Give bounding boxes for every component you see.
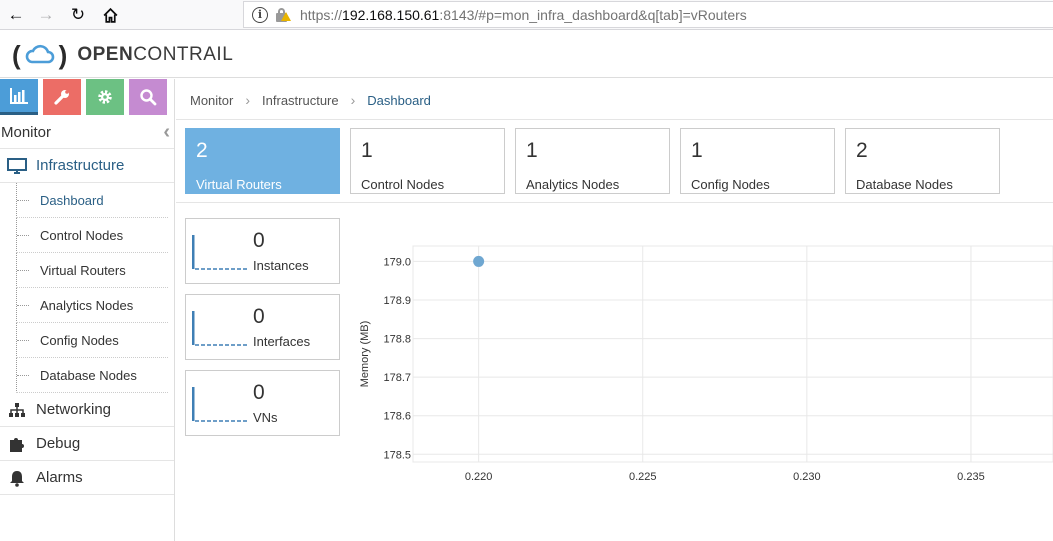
spark-tile-interfaces[interactable]: 0 Interfaces xyxy=(185,294,340,360)
sidebar-item-alarms[interactable]: Alarms xyxy=(0,461,174,495)
logo-paren-right: ) xyxy=(58,40,68,70)
breadcrumb-dashboard: Dashboard xyxy=(367,92,431,108)
data-point xyxy=(473,255,485,267)
cloud-icon xyxy=(25,44,54,64)
forward-icon[interactable]: → xyxy=(34,3,58,27)
section-title: Monitor xyxy=(1,124,52,141)
app-header: ( ) OPENCONTRAIL xyxy=(0,30,1053,78)
y-tick-label: 178.9 xyxy=(383,295,411,307)
tile-label: Virtual Routers xyxy=(196,177,282,192)
x-tick-label: 0.235 xyxy=(957,471,985,483)
tile-database-nodes[interactable]: 2 Database Nodes xyxy=(845,128,1000,194)
tab-query[interactable] xyxy=(129,79,167,115)
y-tick-label: 178.8 xyxy=(383,334,411,346)
puzzle-icon xyxy=(6,435,28,453)
tile-label: Analytics Nodes xyxy=(526,177,620,192)
tab-monitor[interactable] xyxy=(0,79,38,115)
sidebar: Monitor ‹ Infrastructure Dashboard Contr… xyxy=(0,79,175,541)
sidebar-item-label: Infrastructure xyxy=(36,157,125,174)
sidebar-item-dashboard[interactable]: Dashboard xyxy=(0,183,174,218)
network-icon xyxy=(6,402,28,418)
breadcrumb-monitor[interactable]: Monitor xyxy=(190,93,233,108)
tile-value: 0 xyxy=(253,229,265,252)
logo-text: OPENCONTRAIL xyxy=(77,44,234,65)
insecure-lock-icon[interactable] xyxy=(274,7,291,23)
y-axis-label: Memory (MB) xyxy=(359,321,371,388)
y-tick-label: 178.7 xyxy=(383,372,411,384)
chevron-right-icon: › xyxy=(245,92,251,108)
plot-area xyxy=(412,245,1053,463)
tile-value: 2 xyxy=(196,139,208,162)
tile-label: Config Nodes xyxy=(691,177,770,192)
sparkline-chart xyxy=(192,311,248,346)
sidebar-item-infrastructure[interactable]: Infrastructure xyxy=(0,149,174,183)
y-tick-label: 178.5 xyxy=(383,449,411,461)
monitor-icon xyxy=(6,157,28,175)
breadcrumb-infrastructure[interactable]: Infrastructure xyxy=(262,93,339,108)
tile-value: 1 xyxy=(526,139,538,162)
logo-paren-left: ( xyxy=(12,40,21,70)
url-text[interactable]: https://192.168.150.61:8143/#p=mon_infra… xyxy=(300,7,747,23)
memory-scatter-chart: 178.5 178.6 178.7 178.8 178.9 179.0 0.220 0.225… xyxy=(359,245,1053,483)
sidebar-tabs xyxy=(0,79,174,117)
tile-label: Database Nodes xyxy=(856,177,953,192)
tile-value: 1 xyxy=(691,139,703,162)
y-tick-label: 179.0 xyxy=(383,256,411,268)
bar-chart-icon xyxy=(10,87,28,104)
sidebar-item-virtual-routers[interactable]: Virtual Routers xyxy=(0,253,174,288)
search-icon xyxy=(140,89,157,106)
tile-virtual-routers[interactable]: 2 Virtual Routers xyxy=(185,128,340,194)
sidebar-item-label: Debug xyxy=(36,435,81,452)
tile-label: Interfaces xyxy=(253,334,311,349)
tile-value: 2 xyxy=(856,139,868,162)
spark-tile-instances[interactable]: 0 Instances xyxy=(185,218,340,284)
opencontrail-logo[interactable]: ( ) OPENCONTRAIL xyxy=(12,42,233,68)
tab-configure[interactable] xyxy=(43,79,81,115)
tile-value: 1 xyxy=(361,139,373,162)
tile-label: Control Nodes xyxy=(361,177,445,192)
tile-value: 0 xyxy=(253,305,265,328)
sidebar-item-control-nodes[interactable]: Control Nodes xyxy=(0,218,174,253)
sparkline-chart xyxy=(192,387,248,422)
sidebar-item-label: Networking xyxy=(36,401,112,418)
url-bar[interactable]: i https://192.168.150.61:8143/#p=mon_inf… xyxy=(243,1,1053,28)
tile-analytics-nodes[interactable]: 1 Analytics Nodes xyxy=(515,128,670,194)
monitor-section-header: Monitor ‹ xyxy=(0,117,174,149)
tile-label: Instances xyxy=(253,258,309,273)
tile-control-nodes[interactable]: 1 Control Nodes xyxy=(350,128,505,194)
sidebar-item-config-nodes[interactable]: Config Nodes xyxy=(0,323,174,358)
reload-icon[interactable]: ↻ xyxy=(66,3,90,27)
tile-value: 0 xyxy=(253,381,265,404)
gear-icon xyxy=(98,90,112,104)
tile-config-nodes[interactable]: 1 Config Nodes xyxy=(680,128,835,194)
sidebar-item-debug[interactable]: Debug xyxy=(0,427,174,461)
y-tick-label: 178.6 xyxy=(383,411,411,423)
back-icon[interactable]: ← xyxy=(4,3,28,27)
breadcrumb: Monitor › Infrastructure › Dashboard xyxy=(190,92,431,108)
browser-toolbar: ← → ↻ i https://192.168.150.61:8143/#p=m… xyxy=(0,0,1053,30)
wrench-icon xyxy=(54,90,69,105)
chevron-left-icon[interactable]: ‹ xyxy=(163,121,170,144)
x-tick-label: 0.230 xyxy=(793,471,821,483)
spark-tile-vns[interactable]: 0 VNs xyxy=(185,370,340,436)
tile-label: VNs xyxy=(253,410,278,425)
x-tick-label: 0.220 xyxy=(465,471,493,483)
chevron-right-icon: › xyxy=(350,92,356,108)
sidebar-item-networking[interactable]: Networking xyxy=(0,393,174,427)
divider xyxy=(176,119,1053,120)
tab-settings[interactable] xyxy=(86,79,124,115)
sidebar-item-label: Alarms xyxy=(36,469,83,486)
info-icon[interactable]: i xyxy=(252,6,268,23)
x-tick-label: 0.225 xyxy=(629,471,657,483)
home-icon[interactable] xyxy=(98,3,122,27)
sparkline-chart xyxy=(192,235,248,270)
divider xyxy=(176,202,1053,203)
sidebar-item-database-nodes[interactable]: Database Nodes xyxy=(0,358,174,393)
sidebar-item-analytics-nodes[interactable]: Analytics Nodes xyxy=(0,288,174,323)
bell-icon xyxy=(6,469,28,487)
